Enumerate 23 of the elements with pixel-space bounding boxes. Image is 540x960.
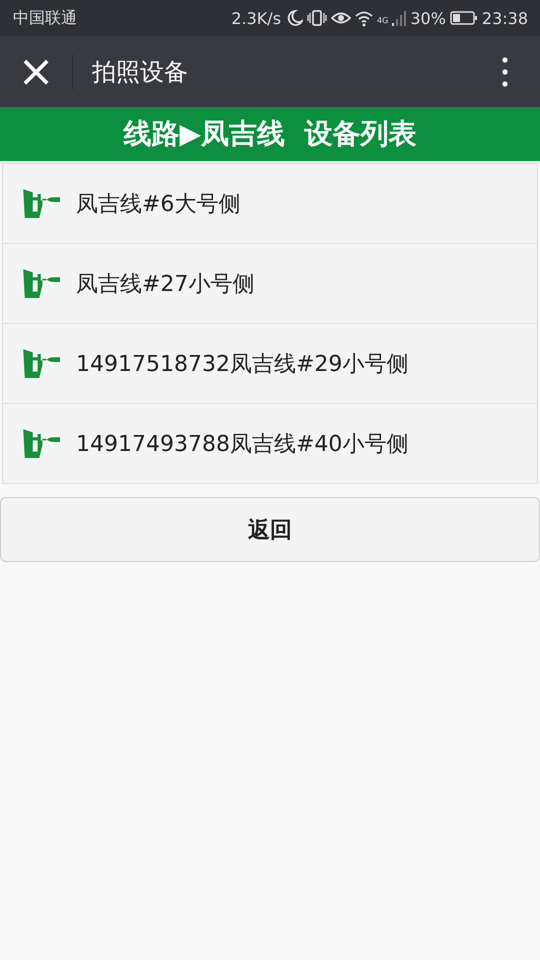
wifi-icon [355, 9, 374, 27]
device-name: 凤吉线#6大号侧 [76, 190, 240, 218]
device-item[interactable]: 凤吉线#27小号侧 [3, 244, 537, 324]
page-title: 拍照设备 [92, 56, 189, 88]
close-button[interactable]: × [0, 36, 72, 107]
more-icon [502, 56, 508, 86]
network-type: 4G [377, 16, 388, 24]
battery-percent: 30% [410, 8, 446, 28]
device-item[interactable]: 凤吉线#6大号侧 [3, 164, 537, 244]
device-item[interactable]: 14917518732凤吉线#29小号侧 [3, 324, 537, 404]
moon-icon [285, 9, 304, 27]
network-speed: 2.3K/s [231, 8, 282, 28]
list-header: 线路▶凤吉线 设备列表 [0, 107, 540, 161]
device-name: 14917493788凤吉线#40小号侧 [76, 430, 408, 458]
back-button[interactable]: 返回 [0, 497, 540, 562]
device-name: 14917518732凤吉线#29小号侧 [76, 350, 408, 378]
carrier-name: 中国联通 [13, 8, 77, 28]
signal-icon [392, 9, 406, 27]
battery-icon [450, 10, 478, 26]
vibrate-icon [307, 9, 328, 27]
device-name: 凤吉线#27小号侧 [76, 270, 254, 298]
device-item[interactable]: 14917493788凤吉线#40小号侧 [3, 404, 537, 483]
clock-time: 23:38 [482, 8, 528, 28]
